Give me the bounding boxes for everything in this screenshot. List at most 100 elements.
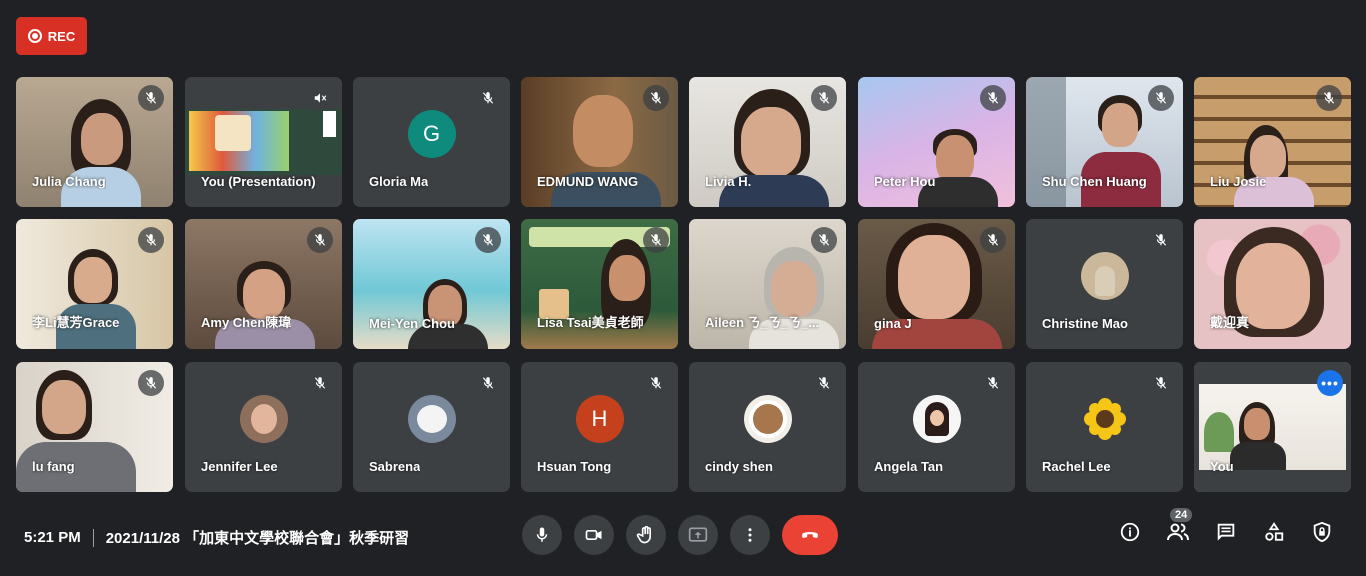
mic-off-icon [811,85,837,111]
mic-off-icon [138,85,164,111]
present-screen-icon [688,527,708,542]
side-panel-controls: 24 [1118,508,1334,544]
present-button[interactable] [678,515,718,555]
participant-tile[interactable]: Christine Mao [1026,219,1183,349]
participant-tile[interactable]: Amy Chen陳瑋 [185,219,342,349]
participant-tile[interactable]: Peter Hou [858,77,1015,207]
participant-count-badge: 24 [1170,508,1193,522]
participant-name: Julia Chang [32,174,106,189]
participant-name: You [1210,459,1234,474]
avatar [743,395,792,443]
shapes-icon [1265,522,1284,541]
participant-name: Lisa Tsai美貞老師 [537,315,644,330]
participant-tile[interactable]: gina J [858,219,1015,349]
end-call-icon [802,532,818,538]
avatar-initial: H [591,406,608,431]
participant-tile[interactable]: H Hsuan Tong [521,362,678,492]
participant-name: Livia H. [705,174,752,189]
participant-name: Mei-Yen Chou [369,316,455,331]
mic-off-icon [307,227,333,253]
avatar [407,395,456,443]
participant-tile[interactable]: cindy shen [689,362,846,492]
participant-name: 李Li慧芳Grace [32,315,120,330]
participant-name: Angela Tan [874,459,944,474]
participant-name: lu fang [32,459,75,474]
participant-tile[interactable]: You (Presentation) [185,77,342,207]
mic-off-icon [980,85,1006,111]
microphone-button[interactable] [522,515,562,555]
mic-off-icon [643,370,669,396]
camera-icon [585,530,602,540]
participant-name: Aileen ㄋ_ㄋ_ㄋ_... [705,315,820,330]
avatar: H [575,395,624,443]
participant-tile[interactable]: G Gloria Ma [353,77,510,207]
mic-off-icon [643,85,669,111]
activities-button[interactable] [1262,520,1286,544]
participant-tile[interactable]: Livia H. [689,77,846,207]
participant-tile[interactable]: Shu Chen Huang [1026,77,1183,207]
participant-tile[interactable]: 李Li慧芳Grace [16,219,173,349]
clock-time: 5:21 PM [24,529,81,546]
participant-tile[interactable]: Angela Tan [858,362,1015,492]
participant-tile[interactable]: Aileen ㄋ_ㄋ_ㄋ_... [689,219,846,349]
participant-name: You (Presentation) [201,174,316,189]
mic-off-icon [1148,85,1174,111]
participant-tile[interactable]: lu fang [16,362,173,492]
mic-off-icon [138,227,164,253]
participant-name: EDMUND WANG [537,174,639,189]
more-options-button[interactable] [730,515,770,555]
avatar [1080,252,1129,300]
divider [92,528,94,547]
people-icon [1167,523,1189,541]
raise-hand-button[interactable] [626,515,666,555]
camera-button[interactable] [574,515,614,555]
participant-name: Rachel Lee [1042,459,1111,474]
mic-off-icon [1316,85,1342,111]
avatar: G [407,110,456,158]
participant-tile[interactable]: Mei-Yen Chou [353,219,510,349]
meeting-info: 5:21 PM 2021/11/28 「加東中文學校聯合會」秋季研習 [24,527,409,548]
participant-tile[interactable]: Liu Josie [1194,77,1351,207]
participant-name: Shu Chen Huang [1042,174,1147,189]
participant-name: Jennifer Lee [201,459,278,474]
participant-name: Liu Josie [1210,174,1267,189]
recording-label: REC [47,28,76,44]
participant-tile[interactable]: Jennifer Lee [185,362,342,492]
chat-button[interactable] [1214,520,1238,544]
participant-tile[interactable]: 戴迎真 [1194,219,1351,349]
participant-name: Amy Chen陳瑋 [201,315,292,330]
meeting-details-button[interactable] [1118,520,1142,544]
avatar-initial: G [422,121,441,146]
self-view-tile[interactable]: ••• You [1194,362,1351,492]
meeting-title: 2021/11/28 「加東中文學校聯合會」秋季研習 [105,530,410,547]
mic-off-icon [475,370,501,396]
mic-off-icon [811,370,837,396]
leave-call-button[interactable] [782,515,838,555]
participant-tile[interactable]: Rachel Lee [1026,362,1183,492]
chat-icon [1217,523,1235,541]
participant-name: cindy shen [705,459,773,474]
host-controls-button[interactable] [1310,520,1334,544]
participant-name: Hsuan Tong [537,459,612,474]
more-options-button[interactable]: ••• [1317,370,1343,396]
participant-tile[interactable]: Lisa Tsai美貞老師 [521,219,678,349]
recording-badge[interactable]: REC [16,17,87,55]
avatar [1080,395,1129,443]
participant-tile[interactable]: Sabrena [353,362,510,492]
record-icon [27,29,42,43]
participants-button[interactable]: 24 [1166,508,1193,544]
avatar [912,395,961,443]
mic-off-icon [1148,227,1174,253]
hand-icon [636,525,651,544]
participant-name: Gloria Ma [369,174,429,189]
info-icon [1120,522,1140,542]
mic-off-icon [1148,370,1174,396]
shield-lock-icon [1313,521,1331,543]
more-vert-icon [748,528,752,542]
mic-off-icon [811,227,837,253]
participant-tile[interactable]: EDMUND WANG [521,77,678,207]
mic-off-icon [475,85,501,111]
participant-name: Peter Hou [874,174,936,189]
mic-off-icon [307,370,333,396]
participant-tile[interactable]: Julia Chang [16,77,173,207]
